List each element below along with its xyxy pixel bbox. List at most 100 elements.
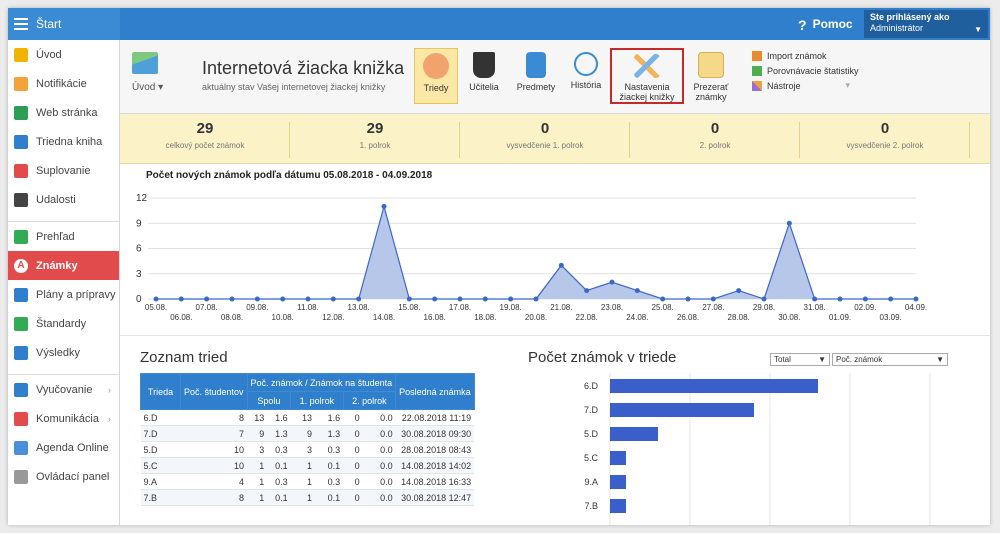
data-point[interactable] <box>609 279 615 285</box>
sidebar-item-envelope[interactable]: Notifikácie <box>8 69 119 98</box>
data-point[interactable] <box>634 288 640 294</box>
sidebar-item-briefcase[interactable]: Plány a prípravy <box>8 280 119 309</box>
sidebar-item-home[interactable]: Web stránka <box>8 98 119 127</box>
sidebar-item-blackboard[interactable]: Vyučovanie › <box>8 375 119 404</box>
triedy-label: Triedy <box>423 83 449 93</box>
sidebar-item-chat[interactable]: Komunikácia › <box>8 404 119 433</box>
stats-link[interactable]: Porovnávacie štatistiky <box>752 63 859 78</box>
data-point[interactable] <box>558 262 564 268</box>
data-point[interactable] <box>204 296 210 302</box>
check-circle-icon <box>14 229 28 244</box>
user-menu[interactable]: Ste prihlásený ako Administrátor ▼ <box>864 10 988 38</box>
table-cell: 1.3 <box>267 425 291 442</box>
sidebar-item-person[interactable]: Suplovanie <box>8 156 119 185</box>
bar[interactable] <box>610 379 818 393</box>
prezerat-button[interactable]: Prezerať známky <box>688 48 734 104</box>
sidebar-item-calendar[interactable]: Udalosti <box>8 185 119 214</box>
nastavenia-button[interactable]: Nastavenia žiackej knižky <box>610 48 684 104</box>
table-row[interactable]: 7.D 7 9 1.3 9 1.3 0 0.0 30.08.2018 09:30 <box>140 425 475 442</box>
main-content: Úvod ▾ Internetová žiacka knižka aktuáln… <box>120 40 990 525</box>
table-cell: 7 <box>180 425 248 442</box>
data-point[interactable] <box>888 296 894 302</box>
data-point[interactable] <box>736 288 742 294</box>
triedy-button[interactable]: Triedy <box>414 48 458 104</box>
sidebar-item-label: Komunikácia <box>36 412 99 425</box>
sidebar-item-gear[interactable]: Ovládací panel <box>8 462 119 491</box>
table-cell: 0.0 <box>362 425 396 442</box>
data-point[interactable] <box>280 296 286 302</box>
data-point[interactable] <box>913 296 919 302</box>
th-p2[interactable]: 2. polrok <box>342 391 397 410</box>
table-row[interactable]: 6.D 8 13 1.6 13 1.6 0 0.0 22.08.2018 11:19 <box>140 409 475 426</box>
data-point[interactable] <box>584 288 590 294</box>
data-point[interactable] <box>482 296 488 302</box>
y-tick-label: 3 <box>136 269 142 280</box>
data-point[interactable] <box>178 296 184 302</box>
predmety-button[interactable]: Predmety <box>512 48 560 104</box>
data-point[interactable] <box>660 296 666 302</box>
data-point[interactable] <box>254 296 260 302</box>
data-point[interactable] <box>710 296 716 302</box>
metric-select[interactable]: Poč. známok ▼ <box>832 353 948 366</box>
import-icon <box>752 50 762 61</box>
sidebar-item-check-circle[interactable]: Prehľad <box>8 222 119 251</box>
x-tick-label: 11.08. <box>297 303 319 312</box>
import-link[interactable]: Import známok <box>752 48 859 63</box>
historia-button[interactable]: História <box>564 48 608 104</box>
stat-value: 29 <box>196 120 214 137</box>
clock-icon <box>574 52 598 76</box>
th-posledna[interactable]: Posledná známka <box>395 373 475 410</box>
x-tick-label: 23.08. <box>601 303 623 312</box>
data-point[interactable] <box>837 296 843 302</box>
th-pocet[interactable]: Poč. študentov <box>180 373 248 410</box>
data-point[interactable] <box>406 296 412 302</box>
y-tick-label: 6 <box>136 244 142 255</box>
table-row[interactable]: 7.B 8 1 0.1 1 0.1 0 0.0 30.08.2018 12:47 <box>140 489 475 506</box>
prezerat-label: Prezerať známky <box>693 82 729 102</box>
sidebar-item-grade[interactable]: A Známky <box>8 251 119 280</box>
data-point[interactable] <box>862 296 868 302</box>
bar[interactable] <box>610 451 626 465</box>
sidebar-item-book[interactable]: Triedna kniha <box>8 127 119 156</box>
data-point[interactable] <box>381 203 387 209</box>
data-point[interactable] <box>786 220 792 226</box>
line-chart-panel: Počet nových známok podľa dátumu 05.08.2… <box>120 164 990 336</box>
th-spolu[interactable]: Spolu <box>246 391 292 410</box>
data-point[interactable] <box>229 296 235 302</box>
table-row[interactable]: 9.A 4 1 0.3 1 0.3 0 0.0 14.08.2018 16:33 <box>140 473 475 490</box>
nastroje-dropdown[interactable]: Nástroje ▾ <box>752 78 859 93</box>
table-cell: 3 <box>290 441 315 458</box>
bar[interactable] <box>610 427 658 441</box>
data-point[interactable] <box>432 296 438 302</box>
data-point[interactable] <box>508 296 514 302</box>
uvod-button[interactable]: Úvod ▾ <box>132 52 178 93</box>
sidebar-item-bar-chart[interactable]: Výsledky <box>8 338 119 367</box>
sidebar-item-shield[interactable]: Štandardy <box>8 309 119 338</box>
total-select[interactable]: Total ▼ <box>770 353 830 366</box>
data-point[interactable] <box>761 296 767 302</box>
sidebar-item-pen[interactable]: Agenda Online <box>8 433 119 462</box>
sidebar-item-star[interactable]: Úvod <box>8 40 119 69</box>
data-point[interactable] <box>457 296 463 302</box>
th-p1[interactable]: 1. polrok <box>290 391 344 410</box>
table-cell: 1.6 <box>267 409 291 426</box>
historia-label: História <box>570 80 602 90</box>
th-trieda[interactable]: Trieda <box>140 373 181 410</box>
table-row[interactable]: 5.C 10 1 0.1 1 0.1 0 0.0 14.08.2018 14:02 <box>140 457 475 474</box>
table-row[interactable]: 5.D 10 3 0.3 3 0.3 0 0.0 28.08.2018 08:43 <box>140 441 475 458</box>
table-cell: 7.D <box>140 425 181 442</box>
data-point[interactable] <box>685 296 691 302</box>
bar[interactable] <box>610 499 626 513</box>
data-point[interactable] <box>533 296 539 302</box>
help-button[interactable]: ? Pomoc <box>798 17 853 33</box>
data-point[interactable] <box>330 296 336 302</box>
bar[interactable] <box>610 403 754 417</box>
ucitelia-button[interactable]: Učitelia <box>462 48 506 104</box>
bar[interactable] <box>610 475 626 489</box>
start-button[interactable]: Štart <box>8 8 120 40</box>
stat-card: 0 vysvedčenie 2. polrok <box>800 120 970 158</box>
data-point[interactable] <box>305 296 311 302</box>
data-point[interactable] <box>356 296 362 302</box>
data-point[interactable] <box>153 296 159 302</box>
data-point[interactable] <box>812 296 818 302</box>
